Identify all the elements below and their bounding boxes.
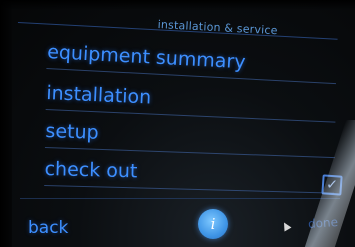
menu-item-check-out[interactable]: check out: [44, 155, 335, 194]
menu-list: equipment summary installation setup che…: [0, 0, 355, 247]
info-button[interactable]: i: [198, 209, 228, 239]
thermostat-screen: installation & service equipment summary…: [0, 0, 355, 247]
menu-item-setup[interactable]: setup: [44, 117, 336, 159]
footer-divider: [20, 198, 340, 199]
back-button[interactable]: back: [28, 218, 68, 238]
menu-item-equipment-summary[interactable]: equipment summary: [46, 38, 338, 85]
menu-item-installation[interactable]: installation: [45, 79, 337, 123]
